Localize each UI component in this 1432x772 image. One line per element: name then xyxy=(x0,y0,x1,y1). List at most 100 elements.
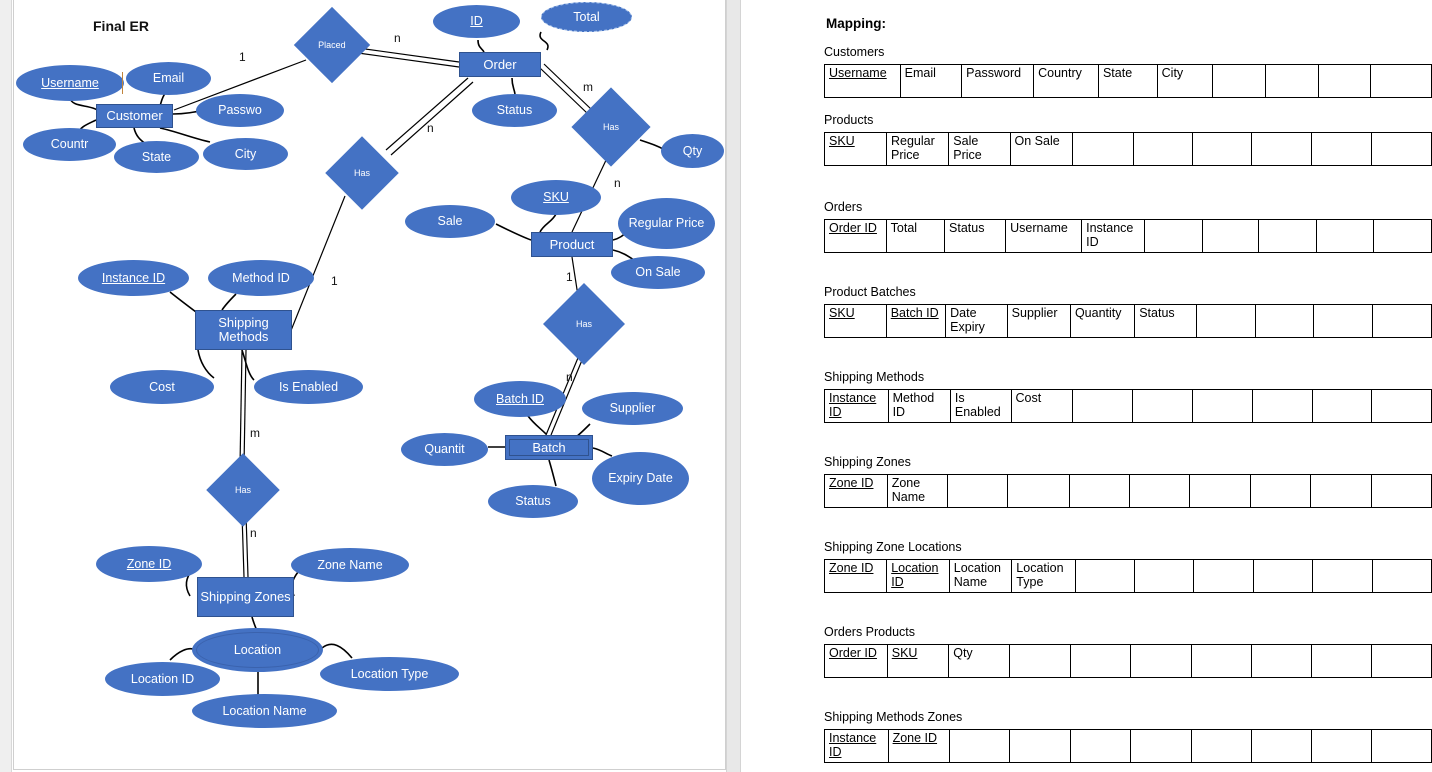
empty-cell[interactable] xyxy=(1370,389,1432,423)
attribute-zone-id[interactable]: Zone ID xyxy=(96,546,202,582)
empty-cell[interactable] xyxy=(1190,644,1252,678)
empty-cell[interactable] xyxy=(1310,474,1372,508)
empty-cell[interactable] xyxy=(1190,729,1252,763)
attribute-customer-state[interactable]: State xyxy=(114,141,199,173)
entity-product[interactable]: Product xyxy=(531,232,613,257)
attribute-zone-name[interactable]: Zone Name xyxy=(291,548,409,582)
empty-cell[interactable] xyxy=(946,474,1009,508)
column-header-cell[interactable]: On Sale xyxy=(1009,132,1074,166)
mapping-table-shipping_methods[interactable]: Instance ID Method ID Is Enabled Cost xyxy=(824,389,1432,423)
mapping-table-products[interactable]: SKU Regular Price Sale Price On Sale xyxy=(824,132,1432,166)
empty-cell[interactable] xyxy=(1372,304,1432,338)
column-header-cell[interactable]: Location ID xyxy=(886,559,950,593)
empty-cell[interactable] xyxy=(1195,304,1256,338)
column-header-cell[interactable]: State xyxy=(1097,64,1158,98)
attribute-order-status[interactable]: Status xyxy=(472,94,557,127)
empty-cell[interactable] xyxy=(1311,389,1372,423)
empty-cell[interactable] xyxy=(1189,474,1251,508)
column-header-cell[interactable]: Cost xyxy=(1010,389,1073,423)
column-header-cell[interactable]: Supplier xyxy=(1006,304,1071,338)
empty-cell[interactable] xyxy=(1370,64,1432,98)
mapping-table-shipping_zone_locations[interactable]: Zone ID Location ID Location Name Location … xyxy=(823,559,1432,593)
entity-shipping-methods[interactable]: Shipping Methods xyxy=(195,310,292,350)
empty-cell[interactable] xyxy=(1310,729,1372,763)
attribute-product-sku[interactable]: SKU xyxy=(511,180,601,215)
column-header-cell[interactable]: Password xyxy=(961,64,1035,98)
column-header-cell[interactable]: Quantity xyxy=(1069,304,1136,338)
empty-cell[interactable] xyxy=(1370,474,1432,508)
empty-cell[interactable] xyxy=(1251,132,1313,166)
column-header-cell[interactable]: Qty xyxy=(948,644,1011,678)
empty-cell[interactable] xyxy=(1007,474,1070,508)
attribute-customer-city[interactable]: City xyxy=(203,138,288,170)
empty-cell[interactable] xyxy=(1264,64,1319,98)
empty-cell[interactable] xyxy=(1370,132,1432,166)
empty-cell[interactable] xyxy=(1250,644,1312,678)
column-header-cell[interactable]: Username xyxy=(1005,219,1083,253)
empty-cell[interactable] xyxy=(1370,729,1432,763)
column-header-cell[interactable]: Order ID xyxy=(824,644,888,678)
empty-cell[interactable] xyxy=(1130,729,1192,763)
empty-cell[interactable] xyxy=(1144,219,1203,253)
attribute-customer-email[interactable]: Email xyxy=(126,62,211,95)
column-header-cell[interactable]: Sale Price xyxy=(948,132,1011,166)
column-header-cell[interactable]: Status xyxy=(1134,304,1197,338)
entity-shipping-zones[interactable]: Shipping Zones xyxy=(197,577,294,617)
empty-cell[interactable] xyxy=(1128,474,1191,508)
empty-cell[interactable] xyxy=(1249,474,1312,508)
column-header-cell[interactable]: Instance ID xyxy=(1081,219,1146,253)
column-header-cell[interactable]: Zone ID xyxy=(887,729,951,763)
attribute-location-id[interactable]: Location ID xyxy=(105,662,220,696)
attribute-customer-password[interactable]: Passwo xyxy=(196,94,284,127)
empty-cell[interactable] xyxy=(1068,474,1130,508)
column-header-cell[interactable]: Zone ID xyxy=(824,474,888,508)
empty-cell[interactable] xyxy=(1131,389,1193,423)
mapping-table-shipping_methods_zones[interactable]: Instance ID Zone ID xyxy=(824,729,1432,763)
column-header-cell[interactable]: SKU xyxy=(824,304,887,338)
empty-cell[interactable] xyxy=(1254,304,1315,338)
empty-cell[interactable] xyxy=(1373,219,1432,253)
empty-cell[interactable] xyxy=(1072,132,1134,166)
column-header-cell[interactable]: Status xyxy=(944,219,1007,253)
attribute-shipping-method-id[interactable]: Method ID xyxy=(208,260,314,296)
attribute-product-regular-price[interactable]: Regular Price xyxy=(618,198,715,249)
column-header-cell[interactable]: Instance ID xyxy=(824,729,889,763)
column-header-cell[interactable]: SKU xyxy=(886,644,950,678)
column-header-cell[interactable]: Date Expiry xyxy=(945,304,1008,338)
empty-cell[interactable] xyxy=(1252,559,1314,593)
column-header-cell[interactable]: Order ID xyxy=(824,219,887,253)
empty-cell[interactable] xyxy=(1009,644,1072,678)
empty-cell[interactable] xyxy=(1070,729,1132,763)
attribute-batch-status[interactable]: Status xyxy=(488,485,578,518)
empty-cell[interactable] xyxy=(1371,559,1432,593)
attribute-order-total[interactable]: Total xyxy=(541,2,632,32)
mapping-table-orders_products[interactable]: Order ID SKU Qty xyxy=(824,644,1432,678)
empty-cell[interactable] xyxy=(1191,132,1253,166)
attribute-batch-expiry-date[interactable]: Expiry Date xyxy=(592,452,689,505)
empty-cell[interactable] xyxy=(1132,132,1193,166)
empty-cell[interactable] xyxy=(1311,132,1372,166)
attribute-customer-country[interactable]: Countr xyxy=(23,128,116,161)
attribute-location-name[interactable]: Location Name xyxy=(192,694,337,728)
empty-cell[interactable] xyxy=(1310,644,1372,678)
empty-cell[interactable] xyxy=(1071,389,1133,423)
column-header-cell[interactable]: Zone ID xyxy=(823,559,888,593)
column-header-cell[interactable]: Batch ID xyxy=(885,304,947,338)
column-header-cell[interactable]: Is Enabled xyxy=(949,389,1012,423)
empty-cell[interactable] xyxy=(1009,729,1072,763)
empty-cell[interactable] xyxy=(1193,559,1254,593)
column-header-cell[interactable]: City xyxy=(1156,64,1214,98)
empty-cell[interactable] xyxy=(1212,64,1266,98)
empty-cell[interactable] xyxy=(949,729,1011,763)
attribute-order-id[interactable]: ID xyxy=(433,5,520,38)
empty-cell[interactable] xyxy=(1317,64,1372,98)
mapping-table-orders[interactable]: Order ID Total Status Username Instance ID xyxy=(824,219,1432,253)
column-header-cell[interactable]: Location Type xyxy=(1011,559,1076,593)
empty-cell[interactable] xyxy=(1134,559,1195,593)
attribute-batch-quantity[interactable]: Quantit xyxy=(401,433,488,466)
empty-cell[interactable] xyxy=(1312,559,1373,593)
column-header-cell[interactable]: Regular Price xyxy=(885,132,950,166)
attribute-batch-id[interactable]: Batch ID xyxy=(474,381,566,417)
column-header-cell[interactable]: SKU xyxy=(824,132,887,166)
column-header-cell[interactable]: Location Name xyxy=(948,559,1013,593)
